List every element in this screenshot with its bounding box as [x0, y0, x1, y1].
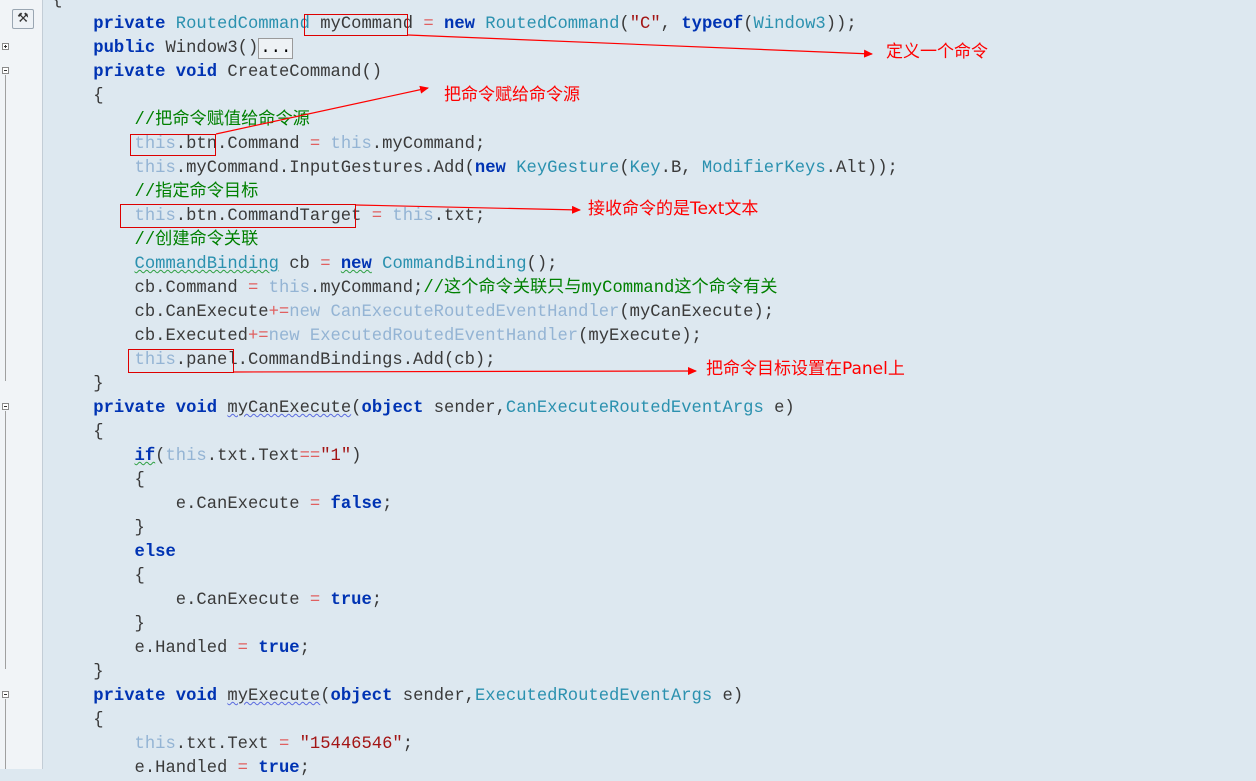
arrow-assign-source	[215, 85, 429, 135]
annotation-assign-source: 把命令赋给命令源	[444, 85, 580, 105]
code-editor[interactable]: ⚒ { private RoutedCommand myCommand = ne…	[0, 0, 1256, 778]
annotation-arrows	[215, 34, 873, 376]
arrow-panel-target	[233, 367, 697, 376]
annotation-receive-target: 接收命令的是Text文本	[588, 199, 759, 219]
arrow-define-command	[407, 34, 873, 58]
annotation-panel-target: 把命令目标设置在Panel上	[706, 359, 905, 379]
arrow-receive-target	[355, 204, 581, 214]
annotation-define-command: 定义一个命令	[886, 42, 988, 62]
